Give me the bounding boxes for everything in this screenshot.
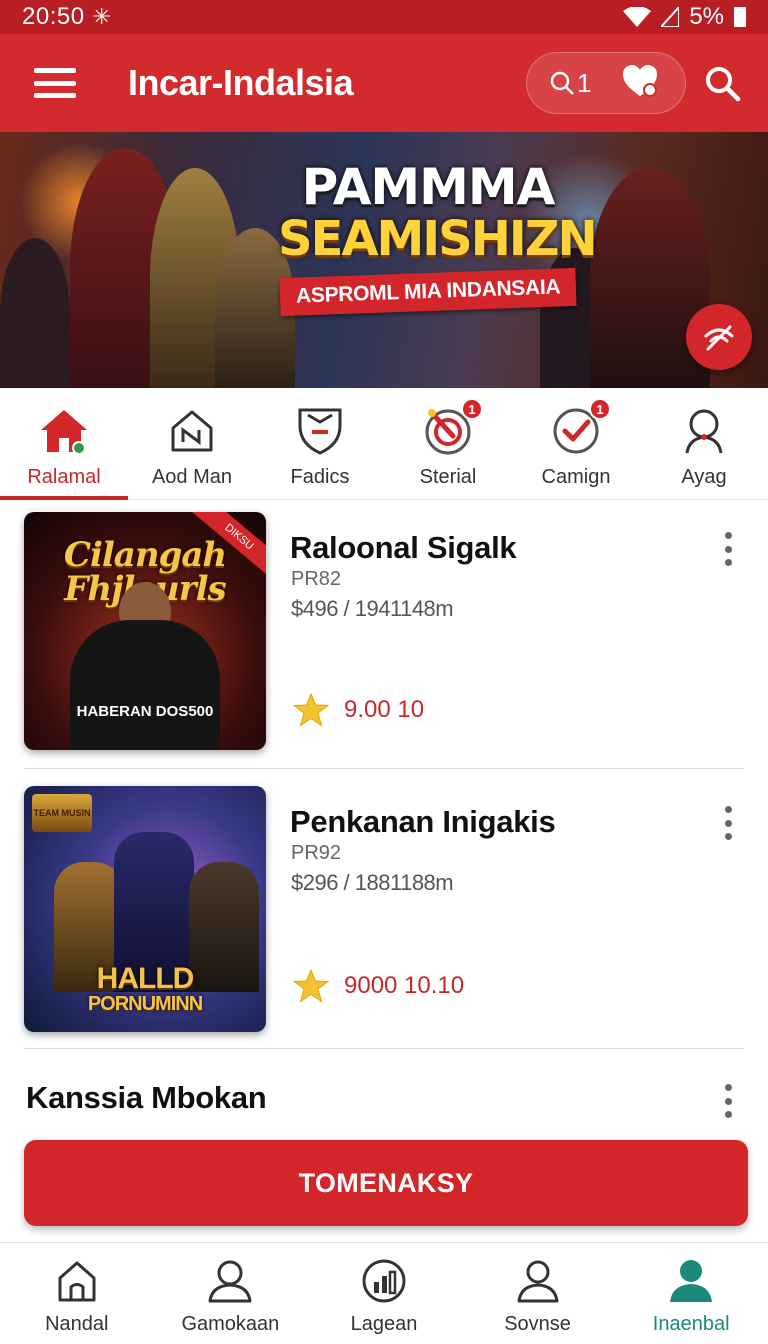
- game-price: $496 / 1941148m: [291, 596, 454, 621]
- tab-fadics[interactable]: Fadics: [256, 388, 384, 499]
- shield-icon: [293, 404, 347, 458]
- game-code: PR92: [291, 842, 342, 864]
- tab-label: Ayag: [681, 466, 727, 488]
- game-price: $296 / 1881188m: [291, 870, 454, 895]
- battery-level: 5%: [689, 3, 724, 30]
- settings-status-icon: ✳: [92, 4, 111, 29]
- game-list-item[interactable]: TEAM MUSIN HALLD PORNUMINN Penkanan Inig…: [0, 786, 768, 1046]
- more-options-icon[interactable]: [722, 806, 734, 840]
- divider: [24, 1048, 744, 1049]
- tab-label: Ralamal: [27, 466, 101, 488]
- banner-character: [0, 238, 70, 388]
- target-icon: 1: [421, 398, 483, 458]
- pill-count: 1: [577, 67, 592, 98]
- status-bar: 20:50 ✳ 5%: [0, 0, 768, 34]
- search-pill[interactable]: 1: [526, 52, 686, 114]
- nav-item-gamokaan[interactable]: Gamokaan: [154, 1243, 308, 1344]
- tab-ralamal[interactable]: Ralamal: [0, 388, 128, 500]
- thumbnail-shirt-text: HABERAN DOS500: [76, 703, 214, 721]
- nav-label: Inaenbal: [652, 1313, 730, 1335]
- bottom-navigation: Nandal Gamokaan Lagean Sovnse Inaenbal: [0, 1242, 768, 1344]
- game-title[interactable]: Penkanan Inigakis: [290, 804, 556, 840]
- more-options-icon[interactable]: [722, 532, 734, 566]
- app-title: Incar-Indalsia: [128, 62, 354, 103]
- notification-badge: 1: [589, 398, 611, 420]
- star-icon: [292, 692, 330, 727]
- notification-badge: 1: [461, 398, 483, 420]
- more-options-icon[interactable]: [722, 1084, 734, 1118]
- nav-item-inaenbal[interactable]: Inaenbal: [614, 1243, 768, 1344]
- user-icon: [677, 404, 731, 458]
- star-icon: [292, 968, 330, 1003]
- tab-ayag[interactable]: Ayag: [640, 388, 768, 499]
- home-icon: [37, 404, 91, 458]
- game-thumbnail[interactable]: TEAM MUSIN HALLD PORNUMINN: [24, 786, 266, 1032]
- divider: [24, 768, 744, 769]
- nav-label: Gamokaan: [181, 1313, 280, 1335]
- person-outline-icon: [206, 1257, 254, 1305]
- nav-item-nandal[interactable]: Nandal: [0, 1243, 154, 1344]
- thumbnail-title: HALLD PORNUMINN: [24, 962, 266, 1015]
- nav-item-sovnse[interactable]: Sovnse: [461, 1243, 615, 1344]
- game-title[interactable]: Raloonal Sigalk: [290, 530, 517, 566]
- rating-value: 9.00 10: [344, 696, 425, 723]
- app-bar: Incar-Indalsia 1: [0, 34, 768, 132]
- thumbnail-logo: TEAM MUSIN: [32, 794, 92, 832]
- nav-label: Nandal: [45, 1313, 109, 1335]
- profile-filled-icon: [667, 1257, 715, 1305]
- chart-circle-icon: [360, 1257, 408, 1305]
- tab-label: Fadics: [290, 466, 350, 488]
- account-icon: [514, 1257, 562, 1305]
- thumbnail-character: [70, 620, 220, 750]
- banner-title-line1: PAMMMA: [301, 158, 556, 216]
- banner-text: PAMMMA SEAMISHIZN ASPROML MIA INDANSAIA: [278, 158, 598, 317]
- banner-action-button[interactable]: [686, 304, 752, 370]
- thumbnail-title-sub: PORNUMINN: [87, 993, 203, 1015]
- tab-label: Sterial: [419, 466, 477, 488]
- tab-label: Aod Man: [151, 466, 233, 488]
- nav-label: Lagean: [350, 1313, 418, 1335]
- game-thumbnail[interactable]: DIKSU Cilangah Fhjleurls HABERAN DOS500: [24, 512, 266, 750]
- promo-banner[interactable]: PAMMMA SEAMISHIZN ASPROML MIA INDANSAIA: [0, 132, 768, 388]
- banner-subtitle: ASPROML MIA INDANSAIA: [279, 268, 577, 317]
- tab-camign[interactable]: 1 Camign: [512, 388, 640, 499]
- house-outline-icon: [165, 404, 219, 458]
- home-outline-icon: [53, 1257, 101, 1305]
- battery-icon: [734, 7, 746, 27]
- status-time: 20:50: [22, 3, 85, 30]
- banner-title-line2: SEAMISHIZN: [278, 211, 598, 267]
- check-circle-icon: 1: [549, 398, 611, 458]
- thumbnail-title-main: HALLD: [96, 962, 195, 995]
- game-code: PR82: [291, 568, 342, 590]
- category-tabs: Ralamal Aod Man Fadics 1 Sterial 1 Camig…: [0, 388, 768, 500]
- nav-item-lagean[interactable]: Lagean: [307, 1243, 461, 1344]
- game-list-item[interactable]: DIKSU Cilangah Fhjleurls HABERAN DOS500 …: [0, 512, 768, 768]
- wifi-icon: [623, 7, 652, 27]
- tab-label: Camign: [541, 466, 611, 488]
- tab-aod-man[interactable]: Aod Man: [128, 388, 256, 499]
- menu-icon[interactable]: [34, 68, 76, 98]
- game-rating: 9000 10.10: [292, 968, 464, 1004]
- primary-cta-button[interactable]: TOMENAKSY: [24, 1140, 748, 1226]
- search-icon[interactable]: [698, 59, 746, 107]
- signal-icon: [661, 7, 680, 27]
- nav-label: Sovnse: [504, 1313, 571, 1335]
- pill-search-icon[interactable]: 1: [549, 68, 591, 99]
- tab-sterial[interactable]: 1 Sterial: [384, 388, 512, 499]
- favorites-icon[interactable]: [621, 63, 659, 104]
- section-title: Kanssia Mbokan: [26, 1080, 267, 1115]
- live-signal-icon: [704, 325, 734, 351]
- game-rating: 9.00 10: [292, 692, 424, 728]
- status-right: 5%: [623, 3, 746, 31]
- rating-value: 9000 10.10: [344, 972, 465, 999]
